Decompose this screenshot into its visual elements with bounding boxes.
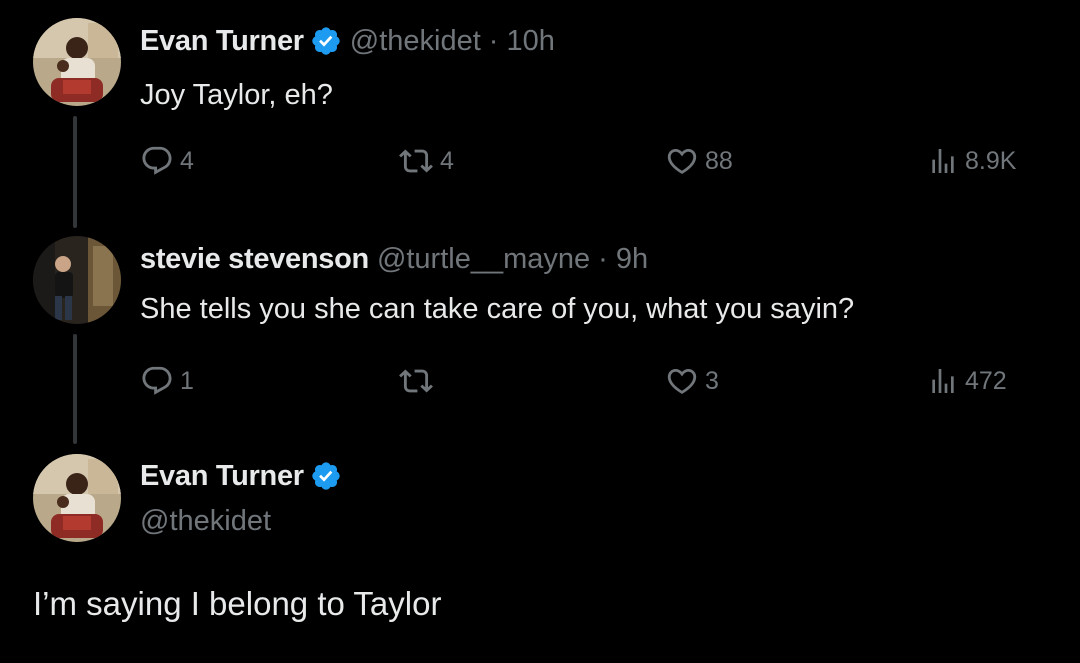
verified-badge-icon bbox=[310, 460, 342, 492]
views-count: 472 bbox=[965, 367, 1007, 395]
timestamp[interactable]: 10h bbox=[506, 23, 554, 59]
tweet-2-header: stevie stevenson @turtle__mayne · 9h bbox=[140, 241, 648, 277]
author-name[interactable]: Evan Turner bbox=[140, 23, 304, 59]
repost-button[interactable]: 4 bbox=[398, 144, 454, 178]
repost-icon bbox=[398, 364, 434, 398]
tweet-1-header: Evan Turner @thekidet · 10h bbox=[140, 23, 555, 59]
reply-button[interactable]: 1 bbox=[140, 364, 194, 398]
author-handle[interactable]: @thekidet bbox=[350, 23, 481, 59]
author-name[interactable]: stevie stevenson bbox=[140, 241, 369, 277]
main-author-handle[interactable]: @thekidet bbox=[140, 503, 271, 539]
reply-count: 1 bbox=[180, 367, 194, 395]
separator-dot: · bbox=[598, 243, 608, 275]
reply-count: 4 bbox=[180, 147, 194, 175]
views-button[interactable]: 472 bbox=[927, 364, 1007, 398]
avatar-stevie-stevenson[interactable] bbox=[33, 236, 121, 324]
repost-count: 4 bbox=[440, 147, 454, 175]
like-count: 88 bbox=[705, 147, 733, 175]
main-tweet-header: Evan Turner bbox=[140, 458, 350, 494]
reply-icon bbox=[140, 144, 174, 178]
like-icon bbox=[665, 144, 699, 178]
views-count: 8.9K bbox=[965, 147, 1017, 175]
avatar-evan-turner-main[interactable] bbox=[33, 454, 121, 542]
like-button[interactable]: 88 bbox=[665, 144, 733, 178]
avatar-evan-turner[interactable] bbox=[33, 18, 121, 106]
thread-line-1 bbox=[73, 116, 77, 228]
like-count: 3 bbox=[705, 367, 719, 395]
like-button[interactable]: 3 bbox=[665, 364, 719, 398]
views-icon bbox=[927, 144, 959, 178]
main-tweet-text: I’m saying I belong to Taylor bbox=[33, 585, 442, 622]
verified-badge-icon bbox=[310, 25, 342, 57]
author-name[interactable]: Evan Turner bbox=[140, 458, 304, 494]
separator-dot: · bbox=[488, 25, 499, 57]
tweet-1-text: Joy Taylor, eh? bbox=[140, 79, 333, 111]
like-icon bbox=[665, 364, 699, 398]
reply-button[interactable]: 4 bbox=[140, 144, 194, 178]
repost-icon bbox=[398, 144, 434, 178]
reply-icon bbox=[140, 364, 174, 398]
views-icon bbox=[927, 364, 959, 398]
tweet-2-text: She tells you she can take care of you, … bbox=[140, 293, 855, 325]
timestamp[interactable]: 9h bbox=[616, 241, 648, 277]
author-handle[interactable]: @turtle__mayne bbox=[377, 241, 590, 277]
repost-button[interactable] bbox=[398, 364, 440, 398]
views-button[interactable]: 8.9K bbox=[927, 144, 1016, 178]
thread-line-2 bbox=[73, 334, 77, 444]
